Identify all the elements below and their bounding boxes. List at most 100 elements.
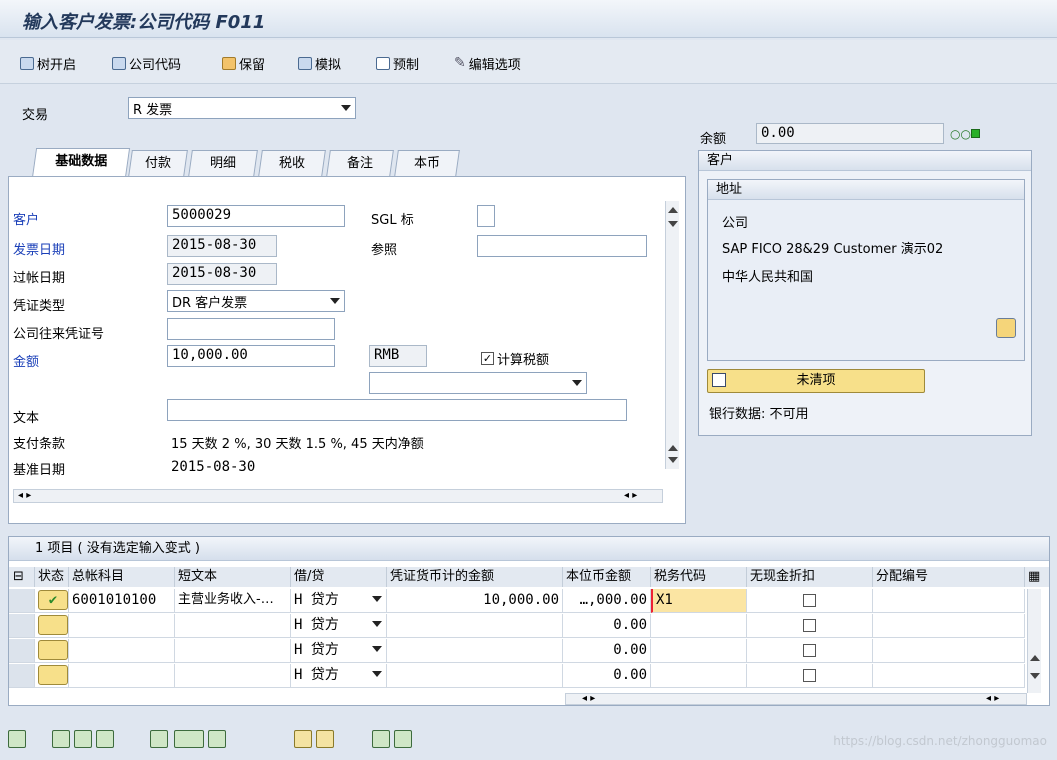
row-selector[interactable] xyxy=(9,589,35,613)
col-status[interactable]: 状态 xyxy=(35,567,69,587)
text-input[interactable] xyxy=(167,399,627,421)
local-cell[interactable]: …,000.00 xyxy=(563,589,651,613)
tab-local-currency[interactable]: 本币 xyxy=(394,150,460,177)
col-no-cash-discount[interactable]: 无现金折扣 xyxy=(747,567,873,587)
status-cell[interactable] xyxy=(35,664,69,688)
assignment-cell[interactable] xyxy=(873,664,1025,688)
vertical-scrollbar[interactable] xyxy=(665,201,679,469)
col-debit-credit[interactable]: 借/贷 xyxy=(291,567,387,587)
local-cell[interactable]: 0.00 xyxy=(563,614,651,638)
save-label: 预制 xyxy=(393,57,420,73)
amount-cell[interactable] xyxy=(387,664,563,688)
sort-icon[interactable] xyxy=(372,730,390,748)
address-detail-icon[interactable] xyxy=(996,318,1016,338)
status-cell[interactable] xyxy=(35,639,69,663)
save-as-completed-button[interactable]: 预制 xyxy=(376,52,419,74)
posting-date-input[interactable]: 2015-08-30 xyxy=(167,263,277,285)
checkbox[interactable] xyxy=(803,643,816,657)
amount-cell[interactable]: 10,000.00 xyxy=(387,589,563,613)
text-cell[interactable]: 主营业务收入-… xyxy=(175,589,291,613)
select-all-icon[interactable] xyxy=(52,730,70,748)
copy-icon[interactable] xyxy=(294,730,312,748)
table-horizontal-scrollbar[interactable]: ◂ ▸ ◂ ▸ xyxy=(565,693,1027,705)
transaction-select[interactable]: R 发票 xyxy=(128,97,356,119)
calc-tax-checkbox[interactable]: ✓ 计算税额 xyxy=(481,349,549,368)
customer-value: 5000029 xyxy=(172,207,232,223)
sgl-input[interactable] xyxy=(477,205,495,227)
debit-credit-select[interactable]: H 贷方 xyxy=(291,614,387,638)
currency-field[interactable]: RMB xyxy=(369,345,427,367)
paste-icon[interactable] xyxy=(316,730,334,748)
tree-on-button[interactable]: 树开启 xyxy=(20,52,76,74)
open-items-button[interactable]: 未清项 xyxy=(707,369,925,393)
assignment-cell[interactable] xyxy=(873,589,1025,613)
tax-cell[interactable] xyxy=(651,664,747,688)
text-cell[interactable] xyxy=(175,639,291,663)
scroll-up-icon xyxy=(1030,655,1040,661)
checkbox[interactable] xyxy=(803,593,816,607)
tab-tax[interactable]: 税收 xyxy=(258,150,326,177)
company-code-button[interactable]: 公司代码 xyxy=(112,52,181,74)
row-selector[interactable] xyxy=(9,664,35,688)
col-short-text[interactable]: 短文本 xyxy=(175,567,291,587)
filter-icon[interactable] xyxy=(394,730,412,748)
row-selector[interactable] xyxy=(9,639,35,663)
amount-input[interactable]: 10,000.00 xyxy=(167,345,335,367)
column-settings-icon[interactable]: ▦ xyxy=(1025,567,1049,587)
table-vertical-scrollbar[interactable] xyxy=(1027,589,1041,693)
col-doc-amount[interactable]: 凭证货币计的金额 xyxy=(387,567,563,587)
tab-payment[interactable]: 付款 xyxy=(128,150,188,177)
assignment-cell[interactable] xyxy=(873,639,1025,663)
horizontal-scrollbar[interactable]: ◂ ▸ ◂ ▸ xyxy=(13,489,663,503)
doc-type-select[interactable]: DR 客户发票 xyxy=(167,290,345,312)
insert-row-icon[interactable] xyxy=(150,730,168,748)
simulate-button[interactable]: 模拟 xyxy=(298,52,341,74)
status-cell[interactable]: ✔ xyxy=(35,589,69,613)
tax-code-select[interactable] xyxy=(369,372,587,394)
tab-notes[interactable]: 备注 xyxy=(326,150,394,177)
park-button[interactable]: 保留 xyxy=(222,52,265,74)
amount-cell[interactable] xyxy=(387,639,563,663)
gl-cell[interactable] xyxy=(69,664,175,688)
col-gl-account[interactable]: 总帐科目 xyxy=(69,567,175,587)
invoice-date-input[interactable]: 2015-08-30 xyxy=(167,235,277,257)
text-cell[interactable] xyxy=(175,664,291,688)
gl-cell[interactable]: 6001010100 xyxy=(69,589,175,613)
row-selector[interactable] xyxy=(9,614,35,638)
text-cell[interactable] xyxy=(175,614,291,638)
no-cash-discount-checkbox[interactable] xyxy=(747,614,873,638)
details-icon[interactable] xyxy=(8,730,26,748)
debit-credit-select[interactable]: H 贷方 xyxy=(291,589,387,613)
col-assignment[interactable]: 分配编号 xyxy=(873,567,1025,587)
local-cell[interactable]: 0.00 xyxy=(563,639,651,663)
gl-cell[interactable] xyxy=(69,614,175,638)
no-cash-discount-checkbox[interactable] xyxy=(747,589,873,613)
insert-rows-icon[interactable] xyxy=(174,730,204,748)
checkbox[interactable] xyxy=(803,618,816,632)
delete-row-icon[interactable] xyxy=(208,730,226,748)
status-cell[interactable] xyxy=(35,614,69,638)
customer-input[interactable]: 5000029 xyxy=(167,205,345,227)
debit-credit-select[interactable]: H 贷方 xyxy=(291,664,387,688)
editing-options-button[interactable]: ✎ 编辑选项 xyxy=(454,52,521,74)
tab-basic-data[interactable]: 基础数据 xyxy=(31,148,131,178)
cross-cc-input[interactable] xyxy=(167,318,335,340)
no-cash-discount-checkbox[interactable] xyxy=(747,664,873,688)
tax-cell[interactable]: X1 xyxy=(651,589,747,613)
amount-cell[interactable] xyxy=(387,614,563,638)
debit-credit-select[interactable]: H 贷方 xyxy=(291,639,387,663)
gl-cell[interactable] xyxy=(69,639,175,663)
tax-cell[interactable] xyxy=(651,614,747,638)
layout-icon[interactable]: ⊟ xyxy=(9,567,35,587)
col-local-amount[interactable]: 本位币金额 xyxy=(563,567,651,587)
assignment-cell[interactable] xyxy=(873,614,1025,638)
col-tax-code[interactable]: 税务代码 xyxy=(651,567,747,587)
tax-cell[interactable] xyxy=(651,639,747,663)
select-block-icon[interactable] xyxy=(74,730,92,748)
no-cash-discount-checkbox[interactable] xyxy=(747,639,873,663)
checkbox[interactable] xyxy=(803,668,816,682)
tab-details[interactable]: 明细 xyxy=(188,150,258,177)
deselect-icon[interactable] xyxy=(96,730,114,748)
local-cell[interactable]: 0.00 xyxy=(563,664,651,688)
reference-input[interactable] xyxy=(477,235,647,257)
